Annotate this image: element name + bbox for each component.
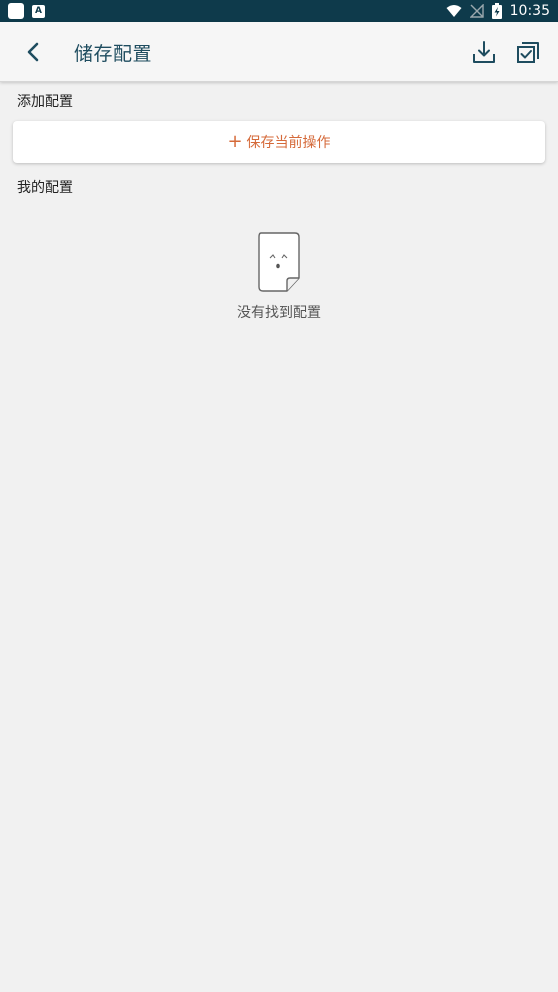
app-bar: 储存配置	[0, 22, 558, 82]
add-config-label: 添加配置	[17, 94, 73, 110]
download-button[interactable]	[470, 38, 498, 66]
empty-document-icon	[258, 232, 300, 292]
plus-icon: +	[227, 131, 243, 152]
save-current-operation-button[interactable]: + 保存当前操作	[13, 121, 545, 163]
status-bar: A 10:35	[0, 0, 558, 22]
download-icon	[473, 41, 495, 63]
select-all-button[interactable]	[514, 38, 542, 66]
back-arrow-icon	[27, 42, 39, 62]
save-button-label: 保存当前操作	[246, 135, 331, 151]
my-config-label: 我的配置	[17, 180, 73, 196]
notification-a-icon: A	[32, 4, 45, 18]
back-button[interactable]	[20, 38, 48, 66]
empty-state: 没有找到配置	[0, 230, 558, 322]
wifi-icon	[446, 5, 462, 17]
check-box-icon	[517, 42, 539, 63]
battery-charging-icon	[491, 3, 502, 19]
status-left: A	[8, 3, 45, 19]
empty-state-message: 没有找到配置	[237, 305, 321, 321]
notification-icon	[8, 3, 24, 19]
status-time: 10:35	[509, 3, 550, 19]
status-right: 10:35	[446, 3, 550, 19]
page-title: 储存配置	[74, 43, 153, 65]
signal-off-icon	[469, 4, 484, 18]
